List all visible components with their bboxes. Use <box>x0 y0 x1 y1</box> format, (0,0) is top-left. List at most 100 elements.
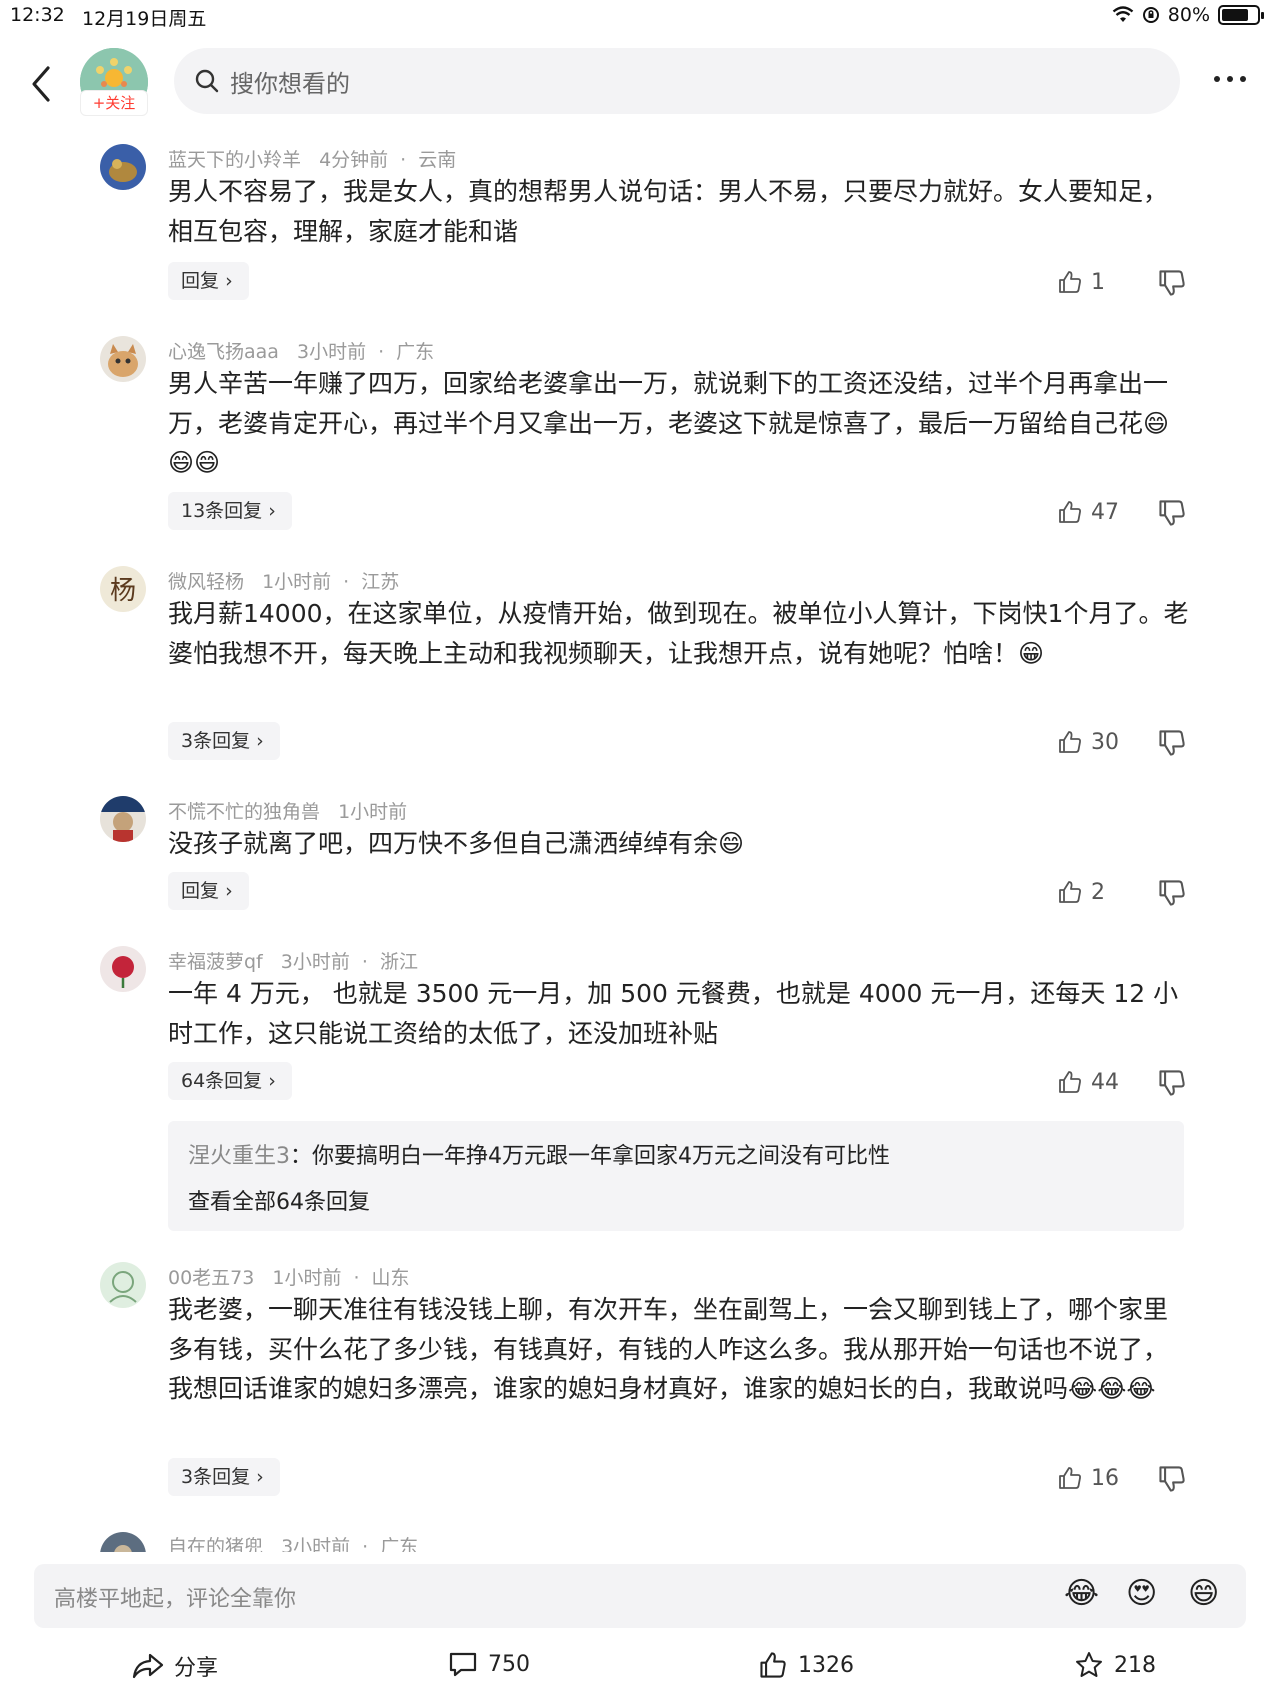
comment-text: 男人不容易了，我是女人，真的想帮男人说句话：男人不易，只要尽力就好。女人要知足，… <box>168 177 1169 246</box>
comment-input[interactable]: 高楼平地起，评论全靠你 😂 😍 😄 <box>34 1564 1246 1628</box>
comment-location: 山东 <box>371 1267 410 1289</box>
reply-button[interactable]: 回复 › <box>168 872 249 910</box>
comment-location-sep: · <box>361 951 368 973</box>
comment-meta: 微风轻杨 1小时前 · 江苏 <box>168 567 411 594</box>
comment-time: 4分钟前 <box>319 149 389 171</box>
like-button[interactable]: 30 <box>1057 722 1119 762</box>
reply-label: 3条回复 <box>181 1466 251 1488</box>
thumbs-down-icon[interactable] <box>1157 268 1187 298</box>
comment-username[interactable]: 00老五73 <box>168 1267 254 1289</box>
reply-button[interactable]: 64条回复 › <box>168 1062 292 1100</box>
comment-username[interactable]: 心逸飞扬aaa <box>168 341 279 363</box>
comment-location: 广东 <box>380 1536 419 1552</box>
nested-reply-username[interactable]: 涅火重生3 <box>188 1144 290 1169</box>
comments-count: 750 <box>488 1651 530 1677</box>
battery-icon <box>1218 5 1264 25</box>
comment-text: 我老婆，一聊天准往有钱没钱上聊，有次开车，坐在副驾上，一会又聊到钱上了，哪个家里… <box>168 1295 1169 1403</box>
nested-reply-colon: ： <box>290 1144 313 1169</box>
comment-location: 江苏 <box>361 571 400 593</box>
comments-button[interactable]: 750 <box>448 1650 530 1678</box>
comment-text: 我月薪14000，在这家单位，从疫情开始，做到现在。被单位小人算计，下岗快1个月… <box>168 599 1189 668</box>
comment-username[interactable]: 自在的猪兜 <box>168 1536 263 1552</box>
more-options-icon[interactable] <box>1210 64 1250 94</box>
comment-time: 1小时前 <box>338 801 408 823</box>
status-date: 12月19日周五 <box>82 8 207 30</box>
search-input[interactable]: 搜你想看的 <box>174 48 1180 114</box>
user-avatar[interactable] <box>100 796 146 842</box>
thumbs-down-icon[interactable] <box>1157 878 1187 908</box>
thumbs-up-icon <box>1059 501 1081 523</box>
like-count: 1 <box>1091 269 1105 295</box>
chevron-right-icon: › <box>225 270 233 292</box>
comment-bubble-icon <box>449 1652 477 1677</box>
comment-text: 男人辛苦一年赚了四万，回家给老婆拿出一万，就说剩下的工资还没结，过半个月再拿出一… <box>168 369 1170 477</box>
search-placeholder: 搜你想看的 <box>230 70 350 98</box>
user-avatar[interactable]: 杨 <box>100 566 146 612</box>
comment-text: 没孩子就离了吧，四万快不多但自己潇洒绰绰有余😄 <box>168 829 745 858</box>
top-nav: +关注 搜你想看的 <box>0 44 1280 124</box>
like-post-button[interactable]: 1326 <box>758 1650 854 1680</box>
user-avatar[interactable] <box>100 1262 146 1308</box>
comment-username[interactable]: 蓝天下的小羚羊 <box>168 149 301 171</box>
comment-meta: 不慌不忙的独角兽 1小时前 <box>168 797 419 824</box>
chevron-right-icon: › <box>268 500 276 522</box>
like-button[interactable]: 1 <box>1057 262 1105 302</box>
comment-location-sep: · <box>378 341 385 363</box>
thumbs-down-icon[interactable] <box>1157 1464 1187 1494</box>
reply-label: 3条回复 <box>181 730 251 752</box>
battery-percent: 80% <box>1167 4 1210 26</box>
user-avatar[interactable] <box>100 946 146 992</box>
user-avatar[interactable] <box>100 336 146 382</box>
comment-username[interactable]: 不慌不忙的独角兽 <box>168 801 320 823</box>
like-button[interactable]: 44 <box>1057 1062 1119 1102</box>
thumbs-up-icon <box>1059 271 1081 293</box>
laughing-emoji-icon[interactable]: 😂 <box>1064 1576 1104 1616</box>
user-avatar[interactable] <box>100 144 146 190</box>
reply-button[interactable]: 13条回复 › <box>168 492 292 530</box>
user-avatar[interactable] <box>100 1532 146 1552</box>
thumbs-down-icon[interactable] <box>1157 1068 1187 1098</box>
nested-reply-box[interactable]: 涅火重生3：你要搞明白一年挣4万元跟一年拿回家4万元之间没有可比性 查看全部64… <box>168 1121 1184 1231</box>
like-button[interactable]: 2 <box>1057 872 1105 912</box>
comment-location-sep: · <box>362 1536 369 1552</box>
reply-button[interactable]: 3条回复 › <box>168 1458 280 1496</box>
back-arrow-icon[interactable] <box>26 62 56 106</box>
comment-time: 3小时前 <box>296 341 367 363</box>
svg-text:杨: 杨 <box>110 576 136 606</box>
heart-eyes-emoji-icon[interactable]: 😍 <box>1126 1576 1166 1616</box>
search-icon <box>195 69 219 93</box>
like-button[interactable]: 16 <box>1057 1458 1119 1498</box>
thumbs-down-icon[interactable] <box>1157 728 1187 758</box>
comment-location: 浙江 <box>379 951 418 973</box>
comment-username[interactable]: 幸福菠萝qf <box>168 951 263 973</box>
comment-location: 云南 <box>418 149 457 171</box>
comment-time: 3小时前 <box>281 1536 351 1552</box>
chevron-right-icon: › <box>256 1466 264 1488</box>
grinning-emoji-icon[interactable]: 😄 <box>1188 1576 1228 1616</box>
comment-username[interactable]: 微风轻杨 <box>168 571 244 593</box>
favorite-button[interactable]: 218 <box>1074 1650 1156 1680</box>
reply-label: 回复 <box>181 880 220 902</box>
follow-button[interactable]: +关注 <box>80 90 148 116</box>
comment-location-sep: · <box>400 149 407 171</box>
comment-time: 3小时前 <box>280 951 350 973</box>
reply-button[interactable]: 3条回复 › <box>168 722 280 760</box>
thumbs-up-icon <box>1059 731 1081 753</box>
orientation-lock-icon <box>1142 7 1159 23</box>
thumbs-up-icon <box>1059 1467 1081 1489</box>
nested-reply-text: 你要搞明白一年挣4万元跟一年拿回家4万元之间没有可比性 <box>312 1144 891 1169</box>
comment-time: 1小时前 <box>272 1267 342 1289</box>
comment-location-sep: · <box>343 571 350 593</box>
share-button[interactable]: 分享 <box>132 1650 218 1682</box>
reply-label: 回复 <box>181 270 220 292</box>
comment-item: 心逸飞扬aaa 3小时前 · 广东 男人辛苦一年赚了四万，回家给老婆拿出一万，就说剩… <box>0 334 1280 534</box>
like-button[interactable]: 47 <box>1057 492 1119 532</box>
view-all-replies-link[interactable]: 查看全部64条回复 <box>188 1184 370 1216</box>
likes-count: 1326 <box>798 1652 854 1678</box>
reply-button[interactable]: 回复 › <box>168 262 249 300</box>
share-label: 分享 <box>174 1656 219 1681</box>
share-icon <box>132 1653 164 1679</box>
star-icon <box>1076 1652 1102 1677</box>
thumbs-down-icon[interactable] <box>1157 498 1187 528</box>
comment-location-sep: · <box>353 1267 360 1289</box>
